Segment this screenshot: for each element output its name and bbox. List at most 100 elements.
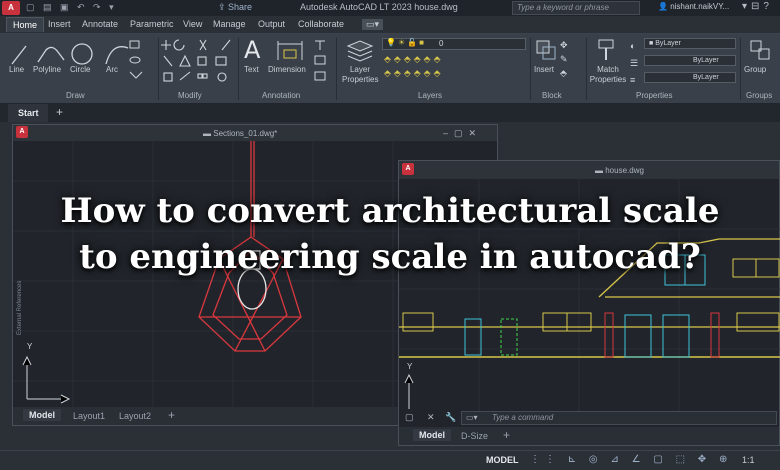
model-space-toggle[interactable]: MODEL bbox=[486, 455, 519, 465]
tab-start[interactable]: Start bbox=[8, 104, 48, 122]
circle-tool[interactable]: Circle bbox=[70, 65, 90, 74]
group-button[interactable]: Group bbox=[744, 65, 766, 74]
properties-panel-title[interactable]: Properties bbox=[636, 91, 672, 100]
layer-tools-row1[interactable]: ⬘⬘⬘⬘⬘⬘ bbox=[384, 54, 444, 65]
ribbon-options-icon[interactable]: ▭▾ bbox=[362, 19, 384, 30]
block-panel-title[interactable]: Block bbox=[542, 91, 562, 100]
linetype-dropdown[interactable]: ByLayer bbox=[644, 55, 736, 66]
share-button[interactable]: ⇪ Share bbox=[218, 2, 252, 13]
polyline-tool[interactable]: Polyline bbox=[33, 65, 61, 74]
window-title: ▬ house.dwg bbox=[595, 166, 644, 175]
window-controls[interactable]: ▾⊟? bbox=[742, 1, 773, 12]
match-properties-icon[interactable] bbox=[596, 38, 618, 62]
draw-panel-title[interactable]: Draw bbox=[66, 91, 85, 100]
tab-manage[interactable]: Manage bbox=[213, 19, 246, 29]
tab-layout2[interactable]: Layout2 bbox=[119, 411, 151, 421]
ribbon-divider bbox=[586, 38, 587, 100]
document-tab-bar: Start + bbox=[0, 104, 780, 122]
y-axis-label: Y bbox=[27, 342, 33, 351]
ribbon-divider bbox=[740, 38, 741, 100]
article-headline: How to convert architectural scale to en… bbox=[0, 188, 780, 280]
command-line[interactable]: ▭▾ Type a command bbox=[461, 411, 777, 425]
add-layout-button[interactable]: + bbox=[503, 428, 510, 442]
layer-properties-button[interactable]: Layer Properties bbox=[342, 65, 378, 85]
annotation-scale[interactable]: 1:1 bbox=[742, 455, 755, 465]
add-layout-button[interactable]: + bbox=[168, 408, 175, 422]
ribbon-tab-bar: Home Insert Annotate Parametric View Man… bbox=[0, 16, 780, 34]
layer-tools-row2[interactable]: ⬘⬘⬘⬘⬘⬘ bbox=[384, 68, 444, 79]
headline-line-2: to engineering scale in autocad? bbox=[79, 237, 701, 277]
title-bar: A ▢ ▤ ▣ ↶ ↷ ▾ ⇪ Share Autodesk AutoCAD L… bbox=[0, 0, 780, 16]
dimension-icon[interactable] bbox=[276, 40, 304, 62]
modify-panel-title[interactable]: Modify bbox=[178, 91, 202, 100]
text-icon[interactable]: A bbox=[244, 36, 260, 64]
ribbon-divider bbox=[530, 38, 531, 100]
ribbon-divider bbox=[336, 38, 337, 100]
drafting-aids-icons[interactable]: ⋮⋮ ⊾ ◎ ⊿ ∠ ▢ ⬚ ✥ ⊕ bbox=[530, 454, 732, 465]
status-bar: MODEL ⋮⋮ ⊾ ◎ ⊿ ∠ ▢ ⬚ ✥ ⊕ 1:1 bbox=[0, 450, 780, 470]
ribbon-divider bbox=[238, 38, 239, 100]
tab-insert[interactable]: Insert bbox=[48, 19, 71, 29]
search-input[interactable]: Type a keyword or phrase bbox=[512, 1, 640, 15]
modify-tools-icons[interactable] bbox=[160, 36, 238, 88]
window-title: ▬ Sections_01.dwg* bbox=[203, 129, 278, 138]
dimension-tool[interactable]: Dimension bbox=[268, 65, 306, 74]
window-title: Autodesk AutoCAD LT 2023 house.dwg bbox=[300, 2, 458, 12]
command-prompt-icon: ▭▾ bbox=[466, 413, 478, 422]
group-icon[interactable] bbox=[748, 38, 774, 62]
current-layer: 0 bbox=[439, 39, 444, 48]
lineweight-value: ByLayer bbox=[693, 74, 719, 81]
tab-parametric[interactable]: Parametric bbox=[130, 19, 174, 29]
line-tool[interactable]: Line bbox=[9, 65, 24, 74]
drawing-title: house.dwg bbox=[605, 166, 644, 175]
property-type-icons: ◐ ☰ ≡ bbox=[630, 41, 639, 85]
layout-tab-bar: Model D-Size + bbox=[399, 427, 779, 445]
annotation-panel-title[interactable]: Annotation bbox=[262, 91, 300, 100]
arc-tool[interactable]: Arc bbox=[106, 65, 118, 74]
tab-view[interactable]: View bbox=[183, 19, 202, 29]
drawing-title: Sections_01.dwg* bbox=[213, 129, 278, 138]
command-x-icon[interactable]: ✕ bbox=[427, 412, 435, 423]
command-close-icon[interactable]: ▢ bbox=[405, 412, 414, 423]
tab-model[interactable]: Model bbox=[23, 409, 61, 421]
tab-model[interactable]: Model bbox=[413, 429, 451, 441]
block-small-icons[interactable]: ✥ ✎ ⬘ bbox=[560, 38, 568, 80]
linetype-value: ByLayer bbox=[693, 57, 719, 64]
tab-home[interactable]: Home bbox=[6, 17, 45, 32]
ribbon: Line Polyline Circle Arc Draw Modify A T… bbox=[0, 34, 780, 104]
tab-collaborate[interactable]: Collaborate bbox=[298, 19, 344, 29]
share-label: Share bbox=[228, 2, 253, 12]
annotation-small-icons[interactable] bbox=[312, 38, 328, 86]
groups-panel-title[interactable]: Groups bbox=[746, 91, 772, 100]
window-header: A ▬ Sections_01.dwg* –▢✕ bbox=[13, 125, 497, 141]
command-input[interactable]: Type a command bbox=[492, 413, 553, 422]
quick-access-toolbar[interactable]: ▢ ▤ ▣ ↶ ↷ ▾ bbox=[26, 2, 117, 13]
user-account[interactable]: 👤 nishant.naikVY... bbox=[658, 2, 729, 11]
tab-d-size[interactable]: D-Size bbox=[461, 431, 488, 441]
layers-panel-title[interactable]: Layers bbox=[418, 91, 442, 100]
tab-layout1[interactable]: Layout1 bbox=[73, 411, 105, 421]
draw-small-icons[interactable] bbox=[126, 38, 154, 86]
ucs-icon bbox=[404, 373, 414, 409]
color-value: ByLayer bbox=[655, 40, 681, 47]
tab-output[interactable]: Output bbox=[258, 19, 285, 29]
wrench-icon[interactable]: 🔧 bbox=[445, 412, 456, 423]
insert-block-icon[interactable] bbox=[534, 38, 558, 62]
layer-properties-icon[interactable] bbox=[346, 38, 374, 62]
layer-state-icons: 💡☀🔓■ bbox=[386, 38, 426, 47]
insert-button[interactable]: Insert bbox=[534, 65, 554, 74]
tab-annotate[interactable]: Annotate bbox=[82, 19, 118, 29]
lineweight-dropdown[interactable]: ByLayer bbox=[644, 72, 736, 83]
ribbon-divider bbox=[158, 38, 159, 100]
headline-line-1: How to convert architectural scale bbox=[60, 191, 720, 231]
window-controls[interactable]: –▢✕ bbox=[443, 128, 482, 139]
color-dropdown[interactable]: ■ ByLayer bbox=[644, 38, 736, 49]
app-logo-icon: A bbox=[16, 126, 28, 138]
app-logo-icon[interactable]: A bbox=[2, 1, 20, 15]
new-tab-button[interactable]: + bbox=[56, 105, 63, 119]
match-properties-button[interactable]: Match Properties bbox=[588, 65, 628, 85]
external-references-palette[interactable]: External References bbox=[17, 281, 23, 335]
window-header: A ▬ house.dwg bbox=[399, 161, 779, 179]
app-logo-icon: A bbox=[402, 163, 414, 175]
text-tool[interactable]: Text bbox=[244, 65, 259, 74]
